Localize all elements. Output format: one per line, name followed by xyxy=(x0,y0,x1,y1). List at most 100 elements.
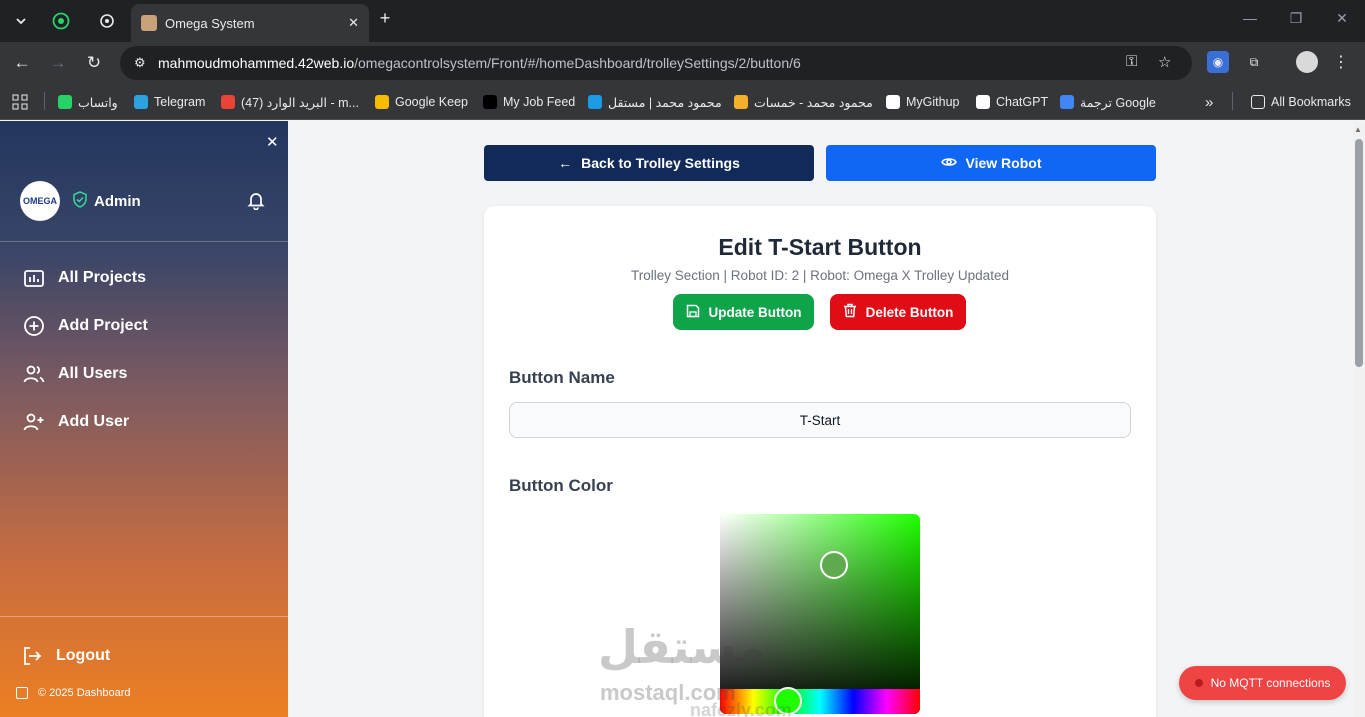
tab-active[interactable]: Omega System ✕ xyxy=(131,4,369,42)
bell-icon[interactable] xyxy=(246,190,266,215)
browser-menu-icon[interactable]: ⋮ xyxy=(1330,51,1352,73)
trash-icon xyxy=(843,303,857,321)
pinned-tab-chatgpt[interactable] xyxy=(94,8,120,34)
role-label: Admin xyxy=(94,193,141,210)
watermark-line2: nafezly.com xyxy=(690,700,792,717)
status-dot-icon xyxy=(1194,679,1203,687)
bookmark-label: محمود محمد | مستقل xyxy=(608,95,722,110)
sidebar-item-add-user[interactable]: Add User xyxy=(22,410,129,434)
sidebar-footer-divider xyxy=(0,616,288,617)
sidebar-item-label: Add User xyxy=(58,413,130,430)
saturation-black-gradient xyxy=(720,514,920,714)
delete-label: Delete Button xyxy=(865,304,954,320)
copyright: © 2025 Dashboard xyxy=(16,687,131,699)
new-tab-button[interactable]: + xyxy=(374,8,396,32)
bookmark-star-icon[interactable]: ☆ xyxy=(1158,53,1171,71)
extension-icon[interactable]: ◉ xyxy=(1207,51,1229,73)
save-icon xyxy=(686,304,700,321)
forward-arrow-icon[interactable]: → xyxy=(44,50,72,76)
bookmark-item[interactable]: Telegram xyxy=(134,92,205,112)
address-bar[interactable]: ⚙ mahmoudmohammed.42web.io/omegacontrols… xyxy=(120,46,1192,80)
bookmark-item[interactable]: MyGithup xyxy=(886,92,960,112)
scrollbar-thumb[interactable] xyxy=(1355,139,1363,367)
apps-grid-icon[interactable] xyxy=(12,92,28,112)
bookmark-item[interactable]: My Job Feed xyxy=(483,92,575,112)
gmail-icon xyxy=(221,95,235,109)
bookmarks-divider xyxy=(44,92,45,110)
sidebar-item-all-projects[interactable]: All Projects xyxy=(22,266,146,290)
tab-title: Omega System xyxy=(165,15,255,31)
bookmark-label: MyGithup xyxy=(906,95,960,109)
grid-icon xyxy=(12,94,28,110)
plus-circle-icon xyxy=(22,314,46,338)
chatgpt-icon xyxy=(976,95,990,109)
site-favicon-icon xyxy=(141,15,157,31)
telegram-icon xyxy=(134,95,148,109)
mqtt-status-badge[interactable]: No MQTT connections xyxy=(1179,666,1346,700)
color-picker-handle[interactable] xyxy=(820,551,848,579)
bookmark-label: البريد الوارد (47) - m... xyxy=(241,95,359,110)
sidebar-item-label: Add Project xyxy=(58,317,148,334)
sidebar-item-add-project[interactable]: Add Project xyxy=(22,314,148,338)
window-close-button[interactable]: ✕ xyxy=(1327,10,1357,27)
bookmark-item[interactable]: واتساب xyxy=(58,92,118,112)
all-bookmarks-button[interactable]: All Bookmarks xyxy=(1251,92,1351,112)
user-role: Admin xyxy=(72,191,141,212)
tab-search-button[interactable] xyxy=(8,8,34,34)
back-arrow-icon[interactable]: ← xyxy=(8,50,36,76)
extensions-puzzle-icon[interactable]: ⧉ xyxy=(1243,51,1265,73)
back-label: Back to Trolley Settings xyxy=(581,155,740,171)
sidebar-divider xyxy=(0,241,288,242)
bookmark-label: محمود محمد - خمسات xyxy=(754,95,873,110)
page-scrollbar[interactable]: ▲ xyxy=(1353,121,1365,717)
button-color-label: Button Color xyxy=(509,476,613,495)
scroll-up-icon[interactable]: ▲ xyxy=(1354,125,1362,134)
main-content: ← Back to Trolley Settings View Robot Ed… xyxy=(288,121,1353,717)
mqtt-status-text: No MQTT connections xyxy=(1210,676,1331,690)
update-button[interactable]: Update Button xyxy=(673,294,814,330)
restore-button[interactable]: ❐ xyxy=(1281,10,1311,27)
bookmark-item[interactable]: محمود محمد | مستقل xyxy=(588,92,722,112)
back-to-trolley-settings-button[interactable]: ← Back to Trolley Settings xyxy=(484,145,814,181)
translate-icon xyxy=(1060,95,1074,109)
chatgpt-icon xyxy=(100,14,114,28)
sidebar-close-icon[interactable]: ✕ xyxy=(266,133,279,151)
avatar: OMEGA xyxy=(20,181,60,221)
bookmark-item[interactable]: ChatGPT xyxy=(976,92,1048,112)
bookmark-item[interactable]: محمود محمد - خمسات xyxy=(734,92,873,112)
bookmark-label: واتساب xyxy=(78,95,118,110)
sidebar: ✕ OMEGA Admin All Projects Add Project A… xyxy=(0,121,288,717)
pinned-tab-whatsapp[interactable] xyxy=(48,8,74,34)
bookmarks-divider-right xyxy=(1232,92,1233,110)
watermark-brand: مستقل xyxy=(598,621,767,673)
view-label: View Robot xyxy=(965,155,1042,171)
minimize-button[interactable]: — xyxy=(1235,10,1265,26)
page-subtitle: Trolley Section | Robot ID: 2 | Robot: O… xyxy=(631,268,1009,283)
password-key-icon[interactable]: ⚿ xyxy=(1126,53,1137,70)
bookmark-item[interactable]: البريد الوارد (47) - m... xyxy=(221,92,359,112)
add-user-icon xyxy=(22,410,46,434)
bookmark-item[interactable]: ترجمة Google xyxy=(1060,92,1156,112)
update-label: Update Button xyxy=(708,304,802,320)
reload-icon[interactable]: ↻ xyxy=(80,50,108,76)
bookmark-label: Google Keep xyxy=(395,95,468,109)
view-robot-button[interactable]: View Robot xyxy=(826,145,1156,181)
button-name-input[interactable] xyxy=(509,402,1131,438)
dashboard-icon xyxy=(16,687,28,699)
site-settings-icon[interactable]: ⚙ xyxy=(134,55,156,71)
delete-button[interactable]: Delete Button xyxy=(830,294,966,330)
more-bookmarks-icon[interactable]: » xyxy=(1205,92,1213,112)
url-text: mahmoudmohammed.42web.io/omegacontrolsys… xyxy=(158,55,801,71)
logout-label: Logout xyxy=(56,647,111,664)
close-icon[interactable]: ✕ xyxy=(348,15,359,31)
arrow-left-icon: ← xyxy=(558,155,573,171)
eye-icon xyxy=(940,155,957,171)
profile-avatar[interactable] xyxy=(1296,51,1318,73)
color-saturation-area[interactable] xyxy=(720,514,920,714)
all-bookmarks-label: All Bookmarks xyxy=(1271,95,1351,109)
logout-button[interactable]: Logout xyxy=(20,644,110,668)
bookmark-item[interactable]: Google Keep xyxy=(375,92,468,112)
browser-toolbar: ← → ↻ ⚙ mahmoudmohammed.42web.io/omegaco… xyxy=(0,42,1365,84)
keep-icon xyxy=(375,95,389,109)
sidebar-item-all-users[interactable]: All Users xyxy=(22,362,127,386)
